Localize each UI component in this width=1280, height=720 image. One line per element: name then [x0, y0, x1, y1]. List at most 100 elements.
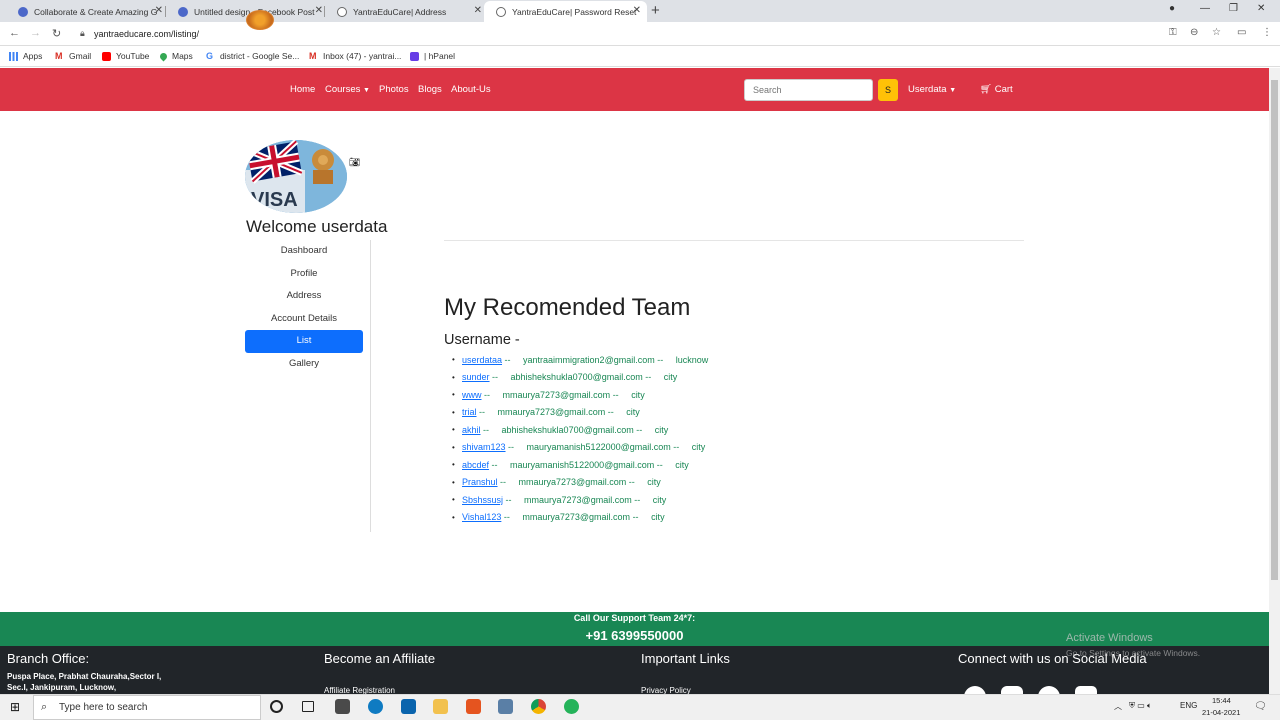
bookmark-gmail[interactable]: M Gmail	[55, 51, 91, 61]
member-username-link[interactable]: Sbshssusj	[462, 495, 503, 505]
site-logo[interactable]	[246, 10, 274, 30]
scrollbar-thumb[interactable]	[1271, 80, 1278, 580]
youtube-icon	[102, 51, 111, 61]
nav-photos[interactable]: Photos	[379, 84, 409, 95]
store-icon[interactable]	[335, 699, 350, 714]
member-username-link[interactable]: userdataa	[462, 355, 502, 365]
sidebar-item-profile[interactable]: Profile	[245, 263, 363, 286]
sidebar-item-list[interactable]: List	[245, 330, 363, 353]
new-tab-button[interactable]: +	[651, 2, 660, 19]
hostinger-icon	[410, 51, 419, 61]
close-icon[interactable]: ✕	[155, 5, 163, 16]
key-icon[interactable]: ⚿	[1169, 27, 1177, 38]
instagram-icon[interactable]	[1001, 686, 1023, 694]
bookmark-google-search[interactable]: G district - Google Se...	[206, 51, 299, 61]
reload-icon[interactable]: ↻	[52, 27, 61, 40]
team-member-row: • trial -- mmaurya7273@gmail.com -- city	[452, 407, 640, 418]
photos-app-icon[interactable]	[498, 699, 513, 714]
gmail-icon: M	[55, 50, 63, 61]
member-email: mauryamanish5122000@gmail.com	[526, 442, 671, 453]
bookmark-apps[interactable]: Apps	[9, 51, 42, 61]
member-username-link[interactable]: Vishal123	[462, 512, 501, 522]
file-explorer-icon[interactable]	[433, 699, 448, 714]
search-button[interactable]: S	[878, 79, 898, 101]
bookmark-hpanel[interactable]: | hPanel	[410, 51, 455, 61]
visa-stamp-image: VISA	[245, 140, 347, 213]
browser-tab[interactable]: YantraEduCare| Address ✕	[325, 1, 488, 22]
bookmark-inbox[interactable]: M Inbox (47) - yantrai...	[309, 51, 401, 61]
user-dropdown[interactable]: Userdata ▼	[908, 84, 956, 95]
sidebar-item-account-details[interactable]: Account Details	[245, 308, 363, 331]
minimize-icon[interactable]: —	[1200, 3, 1210, 14]
close-icon[interactable]: ✕	[633, 5, 641, 16]
search-icon: ⌕	[41, 701, 48, 713]
zoom-icon[interactable]: ⊖	[1190, 27, 1198, 38]
star-icon[interactable]: ☆	[1212, 27, 1221, 38]
window-close-icon[interactable]: ✕	[1257, 3, 1265, 14]
nav-blogs[interactable]: Blogs	[418, 84, 442, 95]
clock-time[interactable]: 15:44	[1212, 696, 1231, 705]
menu-icon[interactable]: ⋮	[1262, 27, 1272, 38]
member-username-link[interactable]: abcdef	[462, 460, 489, 470]
back-icon[interactable]: ←	[9, 27, 20, 39]
member-username-link[interactable]: sunder	[462, 372, 490, 382]
language-indicator[interactable]: ENG	[1180, 701, 1197, 710]
nav-about-us[interactable]: About-Us	[451, 84, 491, 95]
facebook-icon[interactable]	[964, 686, 986, 694]
member-email: abhishekshukla0700@gmail.com	[510, 372, 643, 383]
browser-tab[interactable]: Collaborate & Create Amazing G ✕	[6, 1, 169, 22]
bookmark-youtube[interactable]: YouTube	[102, 51, 149, 61]
mail-icon[interactable]	[401, 699, 416, 714]
close-icon[interactable]: ✕	[315, 5, 323, 16]
restore-icon[interactable]: ❐	[1229, 3, 1238, 14]
chrome-icon[interactable]	[531, 699, 546, 714]
close-icon[interactable]: ✕	[474, 5, 482, 16]
member-username-link[interactable]: trial	[462, 407, 477, 417]
member-city: lucknow	[675, 354, 709, 365]
nav-courses[interactable]: Courses ▼	[325, 84, 370, 95]
clock-date[interactable]: 21-04-2021	[1202, 708, 1240, 717]
sidebar-item-address[interactable]: Address	[245, 285, 363, 308]
edge-icon[interactable]	[368, 699, 383, 714]
cortana-icon[interactable]	[270, 700, 283, 713]
lock-icon[interactable]: 🔒︎	[80, 28, 85, 39]
profile-menu-icon[interactable]: ●	[1169, 3, 1175, 14]
search-input[interactable]	[744, 79, 873, 101]
office-icon[interactable]	[466, 699, 481, 714]
privacy-policy-link[interactable]: Privacy Policy	[641, 686, 691, 694]
cart-link[interactable]: 🛒︎ Cart	[980, 84, 1013, 95]
member-email: mmaurya7273@gmail.com	[524, 494, 632, 505]
tray-expand-icon[interactable]: ︿	[1114, 701, 1122, 712]
taskbar-search[interactable]: ⌕ Type here to search	[33, 695, 261, 720]
member-city: city	[651, 512, 665, 523]
camera-icon[interactable]: 📷︎	[349, 157, 360, 168]
windows-start-icon[interactable]: ⊞	[10, 700, 20, 714]
team-member-row: • userdataa -- yantraaimmigration2@gmail.…	[452, 354, 709, 365]
member-email: abhishekshukla0700@gmail.com	[501, 424, 634, 435]
forward-icon[interactable]: →	[30, 27, 41, 39]
caret-down-icon: ▼	[949, 87, 957, 94]
member-username-link[interactable]: shivam123	[462, 442, 506, 452]
notification-icon[interactable]: 🗨︎	[1254, 701, 1267, 712]
member-username-link[interactable]: www	[462, 390, 482, 400]
member-username-link[interactable]: Pranshul	[462, 477, 498, 487]
youtube-icon[interactable]	[1075, 686, 1097, 694]
member-city: city	[652, 494, 667, 505]
bookmark-maps[interactable]: Maps	[158, 51, 193, 61]
twitter-icon[interactable]	[1038, 686, 1060, 694]
member-username-link[interactable]: akhil	[462, 425, 481, 435]
browser-tab-active[interactable]: YantraEduCare| Password Reset C ✕	[484, 1, 647, 22]
team-member-row: • sunder -- abhishekshukla0700@gmail.com …	[452, 372, 678, 383]
nav-home[interactable]: Home	[290, 84, 315, 95]
member-email: mauryamanish5122000@gmail.com	[510, 459, 655, 470]
sidebar-divider	[370, 240, 371, 532]
sidebar-item-gallery[interactable]: Gallery	[245, 353, 363, 376]
whatsapp-icon[interactable]	[564, 699, 579, 714]
task-view-icon[interactable]	[302, 701, 314, 712]
extension-icon[interactable]: ▭	[1237, 27, 1246, 38]
url-field[interactable]: yantraeducare.com/listing/	[94, 29, 199, 39]
member-city: city	[654, 424, 669, 435]
sidebar-item-dashboard[interactable]: Dashboard	[245, 240, 363, 263]
affiliate-registration-link[interactable]: Affiliate Registration	[324, 686, 395, 694]
tray-app-icons[interactable]: ⛨ ▭ 🔈︎	[1129, 701, 1152, 711]
